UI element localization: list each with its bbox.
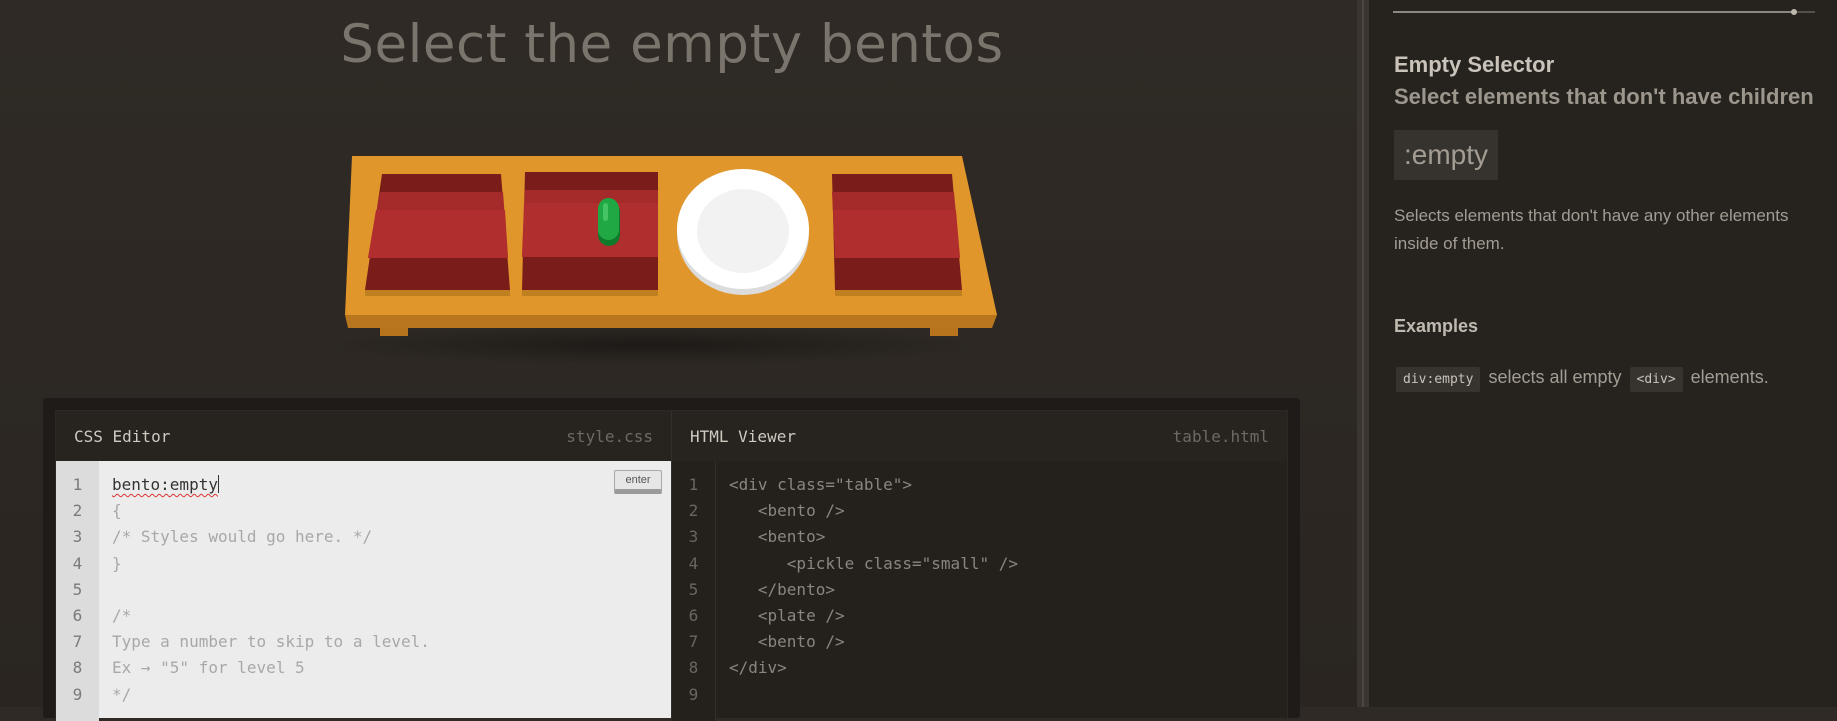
examples-title: Examples	[1394, 316, 1479, 336]
line-number: 9	[688, 684, 699, 704]
game-area: Select the empty bentos CSS Editor style…	[0, 0, 1357, 721]
line-number: 8	[688, 658, 699, 678]
line-number: 7	[72, 632, 83, 652]
example-tag: <div>	[1629, 367, 1683, 392]
css-static-code: { /* Styles would go here. */ } /* Type …	[112, 501, 430, 704]
bento-4[interactable]	[832, 174, 962, 296]
line-number: 5	[72, 579, 83, 599]
line-number: 3	[72, 527, 83, 547]
table-edge	[345, 315, 997, 328]
line-number: 1	[72, 475, 83, 494]
text-caret	[217, 475, 219, 493]
line-number: 5	[688, 579, 699, 599]
enter-button[interactable]: enter	[614, 470, 662, 494]
plate[interactable]	[677, 169, 809, 295]
line-number: 3	[688, 527, 699, 547]
bento-table	[320, 140, 1020, 370]
table-shadow	[320, 325, 980, 365]
line-number: 6	[688, 606, 699, 626]
line-number: 8	[72, 658, 83, 678]
line-number: 9	[72, 684, 83, 704]
css-line-numbers: 1 2 3 4 5 6 7 8 9	[56, 461, 99, 721]
example: div:empty selects all empty <div> elements.	[1394, 367, 1775, 392]
html-viewer-header: HTML Viewer table.html	[672, 411, 1287, 461]
line-number: 7	[688, 632, 699, 652]
html-viewer: HTML Viewer table.html 1 2 3 4 5 6 7 8 9 <div cl…	[671, 411, 1287, 721]
example-text: selects all empty	[1488, 367, 1622, 387]
panel-divider[interactable]	[1357, 0, 1369, 707]
bento-1[interactable]	[365, 174, 510, 296]
css-editor-title: CSS Editor	[74, 426, 171, 446]
level-progress-marker	[1790, 9, 1797, 15]
example-text-end: elements.	[1690, 367, 1769, 387]
css-editor-filename: style.css	[566, 426, 653, 446]
level-progress	[1393, 9, 1815, 15]
selector-title: Select elements that don't have children	[1394, 84, 1814, 109]
line-number: 1	[688, 475, 699, 494]
line-number: 2	[72, 501, 83, 521]
selector-syntax: :empty	[1394, 130, 1499, 180]
pickle[interactable]	[598, 198, 620, 246]
line-number: 2	[688, 501, 699, 521]
table-illustration	[320, 156, 997, 365]
css-input[interactable]: bento:empty	[112, 475, 218, 494]
html-viewer-filename: table.html	[1172, 426, 1269, 446]
selector-hint: Selects elements that don't have any oth…	[1394, 206, 1789, 253]
line-number: 4	[688, 553, 699, 573]
sidebar: Empty Selector Select elements that don'…	[1369, 0, 1837, 707]
line-number: 4	[72, 553, 83, 573]
bento-2[interactable]	[522, 172, 658, 296]
html-code[interactable]: <div class="table"> <bento /> <bento> <p…	[716, 461, 1287, 721]
line-number: 6	[72, 606, 83, 626]
css-editor-header: CSS Editor style.css	[56, 411, 671, 461]
level-title: Select the empty bentos	[340, 14, 1004, 75]
html-line-numbers: 1 2 3 4 5 6 7 8 9	[672, 461, 716, 721]
editor: CSS Editor style.css 1 2 3 4 5 6 7 8 9 bento:emp…	[43, 398, 1300, 721]
html-viewer-title: HTML Viewer	[690, 426, 796, 446]
example-code: div:empty	[1396, 367, 1481, 392]
level-progress-fill	[1393, 11, 1794, 13]
css-code: bento:empty { /* Styles would go here. *…	[99, 461, 671, 721]
css-editor: CSS Editor style.css 1 2 3 4 5 6 7 8 9 bento:emp…	[56, 411, 671, 721]
selector-name: Empty Selector	[1394, 52, 1555, 77]
